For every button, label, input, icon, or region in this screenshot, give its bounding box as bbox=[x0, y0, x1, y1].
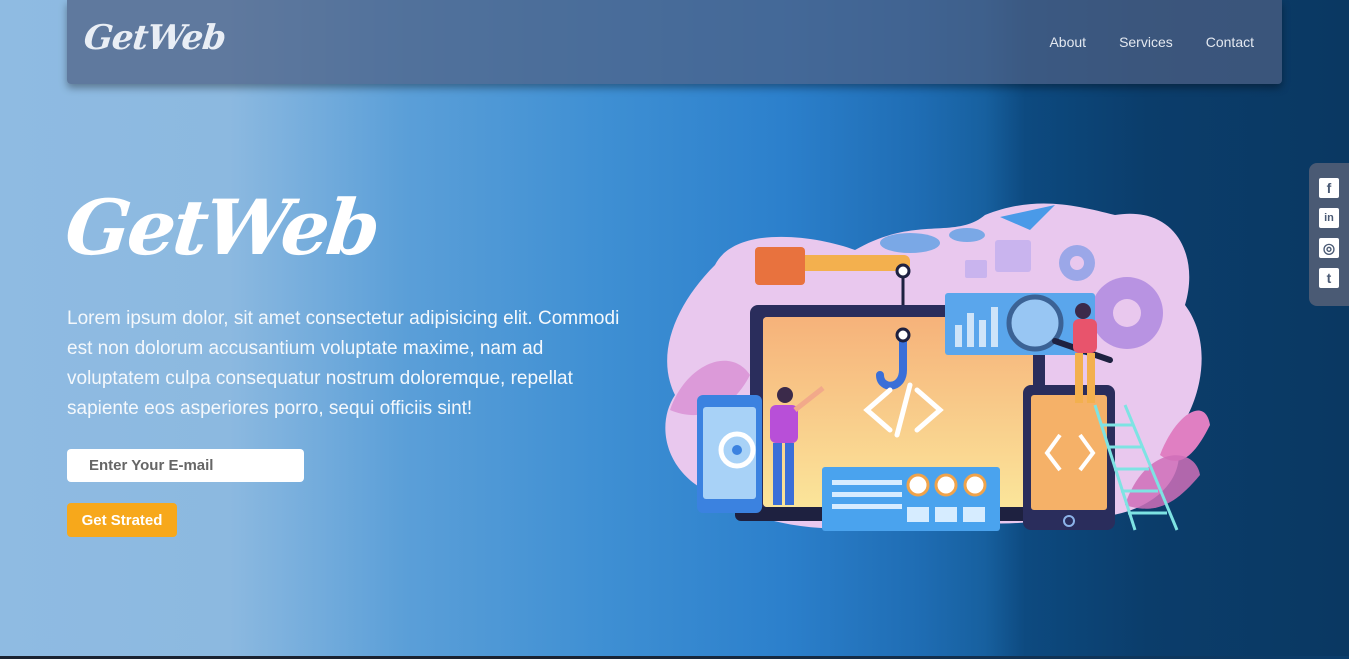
nav-link-about[interactable]: About bbox=[1049, 34, 1086, 50]
linkedin-icon[interactable]: in bbox=[1319, 208, 1339, 228]
nav-link-services[interactable]: Services bbox=[1119, 34, 1173, 50]
rss-icon bbox=[995, 240, 1031, 272]
hero-title: GetWeb bbox=[61, 183, 382, 272]
nav-links: About Services Contact bbox=[1049, 34, 1254, 50]
navbar: GetWeb About Services Contact bbox=[67, 0, 1282, 84]
person-developer bbox=[777, 387, 793, 403]
envelope-icon bbox=[965, 260, 987, 278]
hero-text: Lorem ipsum dolor, sit amet consectetur … bbox=[67, 308, 620, 419]
instagram-icon[interactable]: ◎ bbox=[1319, 238, 1339, 258]
facebook-icon[interactable]: f bbox=[1319, 178, 1339, 198]
email-input[interactable] bbox=[67, 449, 304, 482]
twitter-icon[interactable]: t bbox=[1319, 268, 1339, 288]
social-sidebar: f in ◎ t bbox=[1309, 163, 1349, 306]
person-analyst bbox=[1075, 303, 1091, 319]
hero-illustration bbox=[665, 203, 1210, 531]
brand-logo[interactable]: GetWeb bbox=[82, 18, 227, 58]
get-started-button[interactable]: Get Strated bbox=[67, 503, 177, 537]
cloud-icon bbox=[880, 233, 940, 253]
nav-link-contact[interactable]: Contact bbox=[1206, 34, 1254, 50]
